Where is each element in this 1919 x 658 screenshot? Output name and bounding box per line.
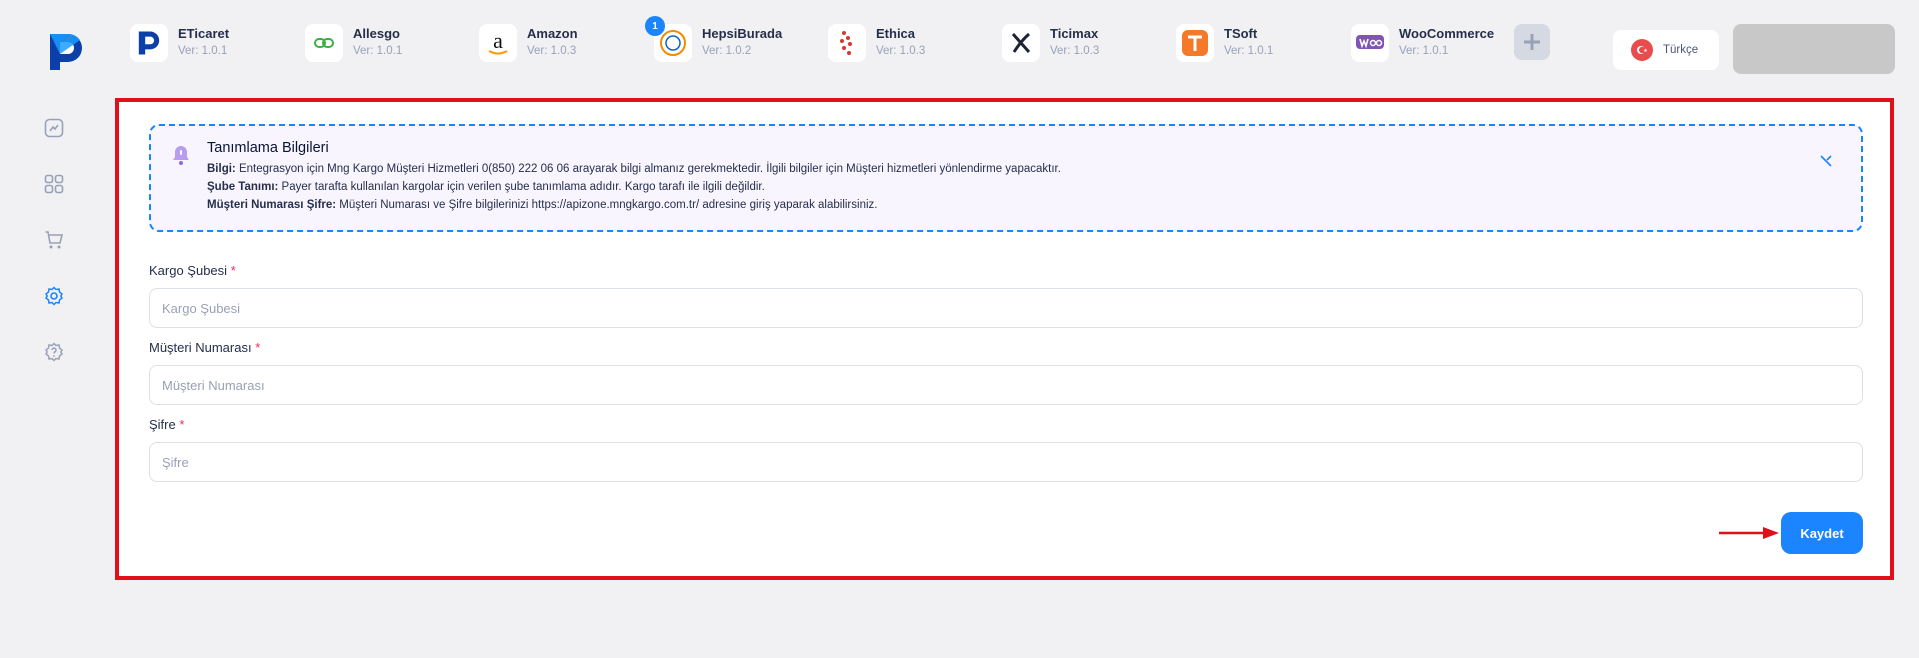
language-selector[interactable]: Türkçe bbox=[1613, 30, 1719, 70]
sidebar-item-settings[interactable] bbox=[42, 284, 66, 308]
svg-text:a: a bbox=[493, 29, 503, 53]
user-menu-button[interactable] bbox=[1733, 24, 1895, 74]
info-line-credentials: Müşteri Numarası Şifre: Müşteri Numarası… bbox=[207, 199, 877, 211]
language-label: Türkçe bbox=[1663, 44, 1699, 56]
amazon-logo-icon: a bbox=[479, 24, 517, 62]
marketplace-allesgo[interactable]: Allesgo Ver: 1.0.1 bbox=[305, 20, 475, 64]
customer-number-label: Müşteri Numarası * bbox=[149, 340, 260, 355]
info-key: Şube Tanımı: bbox=[207, 181, 279, 193]
woocommerce-logo-icon bbox=[1351, 24, 1389, 62]
marketplace-version: Ver: 1.0.2 bbox=[702, 45, 752, 57]
marketplace-name: WooCommerce bbox=[1399, 26, 1495, 41]
eticaret-logo-icon bbox=[130, 24, 168, 62]
bell-icon bbox=[171, 144, 191, 171]
plus-icon bbox=[1524, 34, 1540, 50]
marketplace-woocommerce[interactable]: WooCommerce Ver: 1.0.1 bbox=[1351, 20, 1521, 64]
password-label-text: Şifre bbox=[149, 417, 176, 432]
sidebar-item-apps[interactable] bbox=[42, 172, 66, 196]
chart-icon bbox=[44, 118, 64, 138]
marketplace-tsoft[interactable]: TSoft Ver: 1.0.1 bbox=[1176, 20, 1346, 64]
marketplace-version: Ver: 1.0.1 bbox=[1224, 45, 1274, 57]
marketplace-amazon[interactable]: a Amazon Ver: 1.0.3 bbox=[479, 20, 649, 64]
marketplace-version: Ver: 1.0.1 bbox=[1399, 45, 1449, 57]
required-marker: * bbox=[230, 263, 236, 278]
marketplace-name: HepsiBurada bbox=[702, 26, 783, 41]
close-icon[interactable] bbox=[1819, 154, 1833, 168]
app-logo-icon[interactable] bbox=[46, 30, 86, 74]
grid-icon bbox=[44, 174, 64, 194]
marketplace-version: Ver: 1.0.1 bbox=[178, 45, 228, 57]
branch-input[interactable] bbox=[149, 288, 1863, 328]
marketplace-name: Ticimax bbox=[1050, 26, 1099, 41]
branch-label: Kargo Şubesi * bbox=[149, 263, 236, 278]
marketplace-ethica[interactable]: Ethica Ver: 1.0.3 bbox=[828, 20, 998, 64]
marketplace-name: Amazon bbox=[527, 26, 578, 41]
password-label: Şifre * bbox=[149, 417, 184, 432]
marketplace-version: Ver: 1.0.3 bbox=[876, 45, 926, 57]
info-text: Entegrasyon için Mng Kargo Müşteri Hizme… bbox=[235, 163, 1061, 175]
info-line-branch: Şube Tanımı: Payer tarafta kullanılan ka… bbox=[207, 181, 765, 193]
allesgo-logo-icon bbox=[305, 24, 343, 62]
cart-icon bbox=[45, 231, 64, 249]
marketplace-version: Ver: 1.0.3 bbox=[1050, 45, 1100, 57]
gear-icon bbox=[45, 286, 63, 306]
info-title: Tanımlama Bilgileri bbox=[207, 140, 329, 156]
required-marker: * bbox=[179, 417, 185, 432]
marketplace-hepsiburada[interactable]: 1 HepsiBurada Ver: 1.0.2 bbox=[645, 16, 824, 64]
password-input[interactable] bbox=[149, 442, 1863, 482]
help-icon bbox=[45, 342, 63, 362]
marketplace-name: TSoft bbox=[1224, 26, 1258, 41]
info-text: Müşteri Numarası ve Şifre bilgilerinizi … bbox=[336, 199, 878, 211]
info-key: Müşteri Numarası Şifre: bbox=[207, 199, 337, 211]
marketplace-version: Ver: 1.0.3 bbox=[527, 45, 577, 57]
sidebar-item-dashboard[interactable] bbox=[42, 116, 66, 140]
info-key: Bilgi: bbox=[207, 163, 236, 175]
info-notice: Tanımlama Bilgileri Bilgi: Entegrasyon i… bbox=[149, 124, 1863, 232]
sidebar bbox=[0, 0, 110, 658]
customer-number-label-text: Müşteri Numarası bbox=[149, 340, 252, 355]
marketplace-ticimax[interactable]: Ticimax Ver: 1.0.3 bbox=[1002, 20, 1172, 64]
marketplace-version: Ver: 1.0.1 bbox=[353, 45, 403, 57]
marketplace-name: Ethica bbox=[876, 26, 916, 41]
arrow-annotation-icon bbox=[1719, 527, 1779, 539]
sidebar-item-orders[interactable] bbox=[42, 228, 66, 252]
sidebar-item-help[interactable] bbox=[42, 340, 66, 364]
turkey-flag-icon bbox=[1631, 39, 1653, 61]
required-marker: * bbox=[255, 340, 261, 355]
ethica-logo-icon bbox=[828, 24, 866, 62]
customer-number-input[interactable] bbox=[149, 365, 1863, 405]
notification-badge: 1 bbox=[645, 16, 665, 36]
marketplace-name: Allesgo bbox=[353, 26, 400, 41]
tsoft-logo-icon bbox=[1176, 24, 1214, 62]
add-marketplace-button[interactable] bbox=[1514, 24, 1550, 60]
info-text: Payer tarafta kullanılan kargolar için v… bbox=[278, 181, 765, 193]
marketplace-eticaret[interactable]: ETicaret Ver: 1.0.1 bbox=[130, 20, 300, 64]
marketplace-name: ETicaret bbox=[178, 26, 230, 41]
info-line-info: Bilgi: Entegrasyon için Mng Kargo Müşter… bbox=[207, 163, 1061, 175]
branch-label-text: Kargo Şubesi bbox=[149, 263, 228, 278]
save-button[interactable]: Kaydet bbox=[1781, 512, 1863, 554]
integration-settings-panel: Tanımlama Bilgileri Bilgi: Entegrasyon i… bbox=[115, 98, 1894, 580]
ticimax-logo-icon bbox=[1002, 24, 1040, 62]
